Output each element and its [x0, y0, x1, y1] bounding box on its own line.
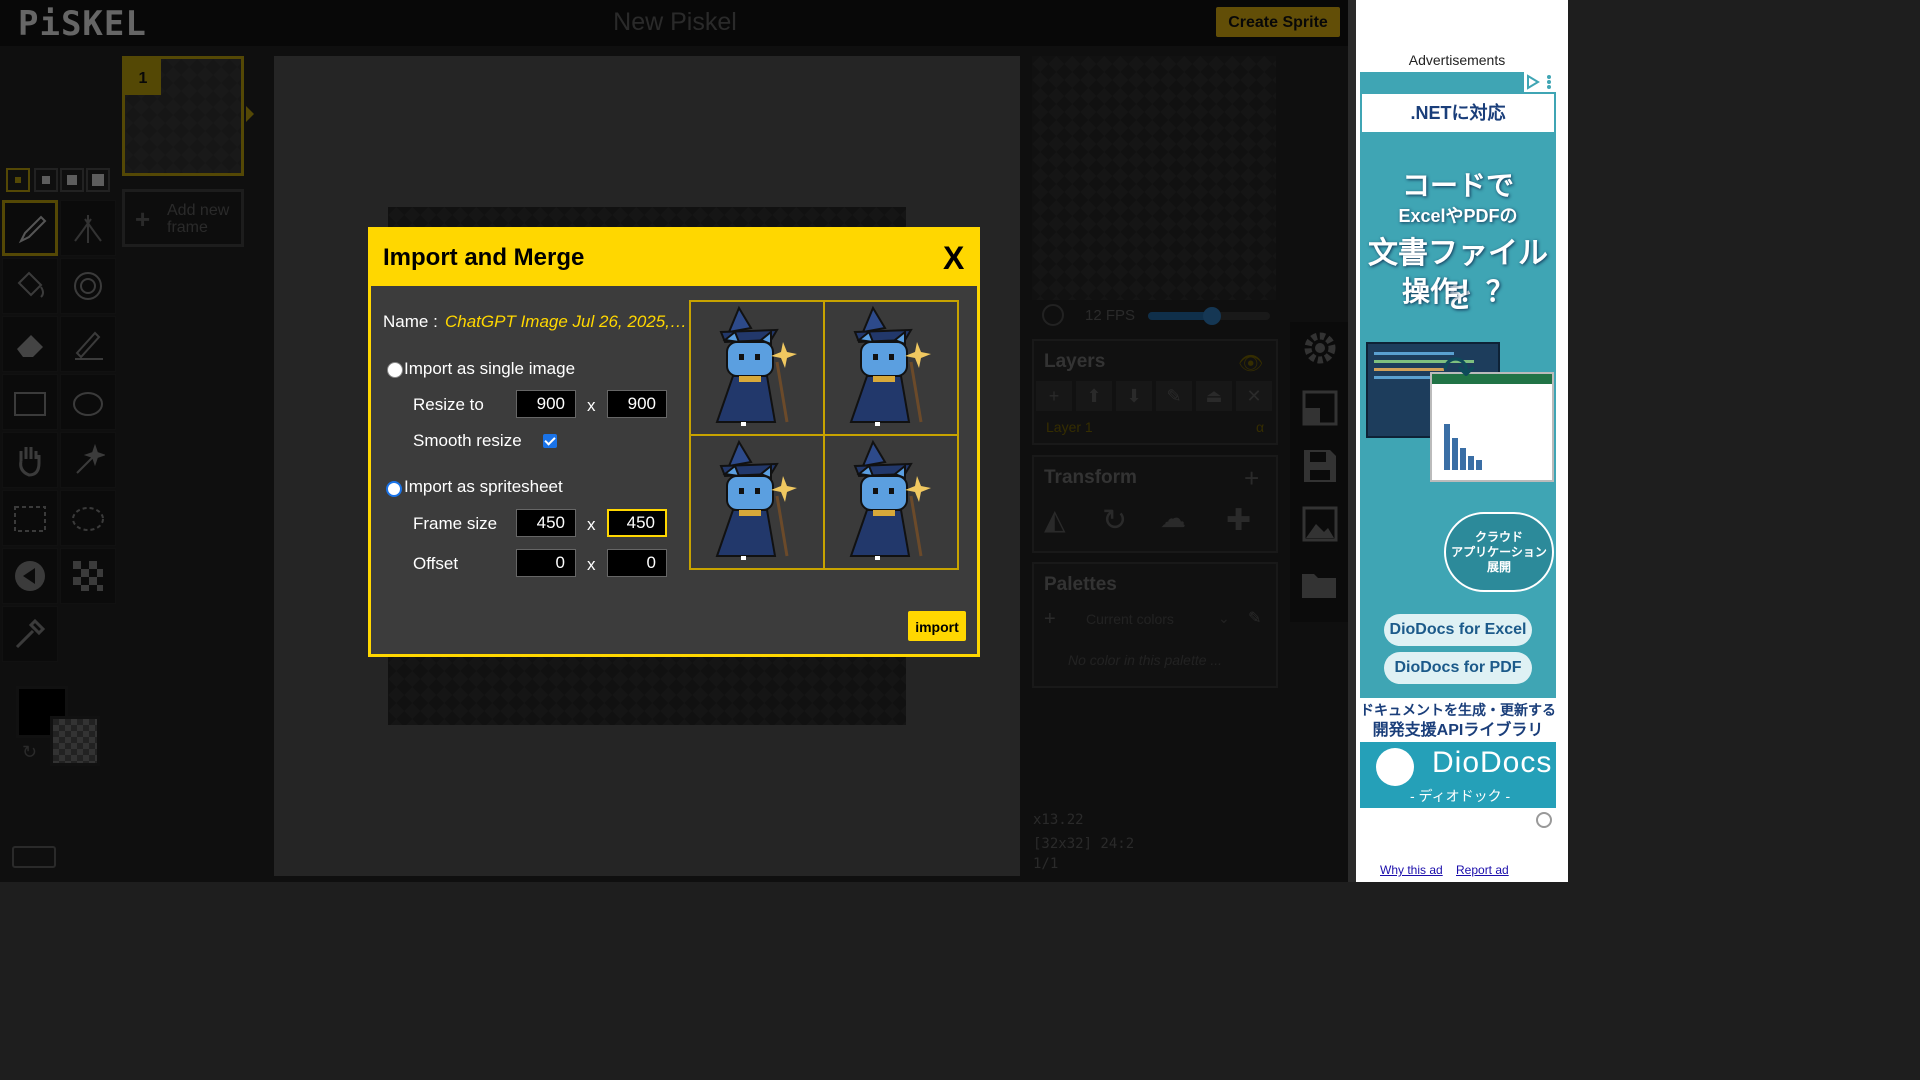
frame-height-input[interactable]	[607, 509, 667, 537]
ad-brand-name: DioDocs	[1432, 746, 1553, 779]
frame-size-label: Frame size	[413, 514, 498, 533]
wizard-cat-sprite	[715, 306, 799, 428]
ad-cloud-badge: クラウド アプリケーション 展開	[1444, 512, 1554, 592]
wizard-cat-sprite	[849, 306, 933, 428]
wizard-cat-sprite	[715, 440, 799, 562]
resize-label: Resize to	[413, 395, 484, 414]
resize-height-input[interactable]	[607, 390, 667, 418]
spritesheet-preview	[689, 300, 959, 570]
piskel-app: PiSKEL New Piskel Create Sprite 1 + Add …	[0, 0, 1348, 882]
offset-times: x	[587, 555, 596, 574]
offset-x-input[interactable]	[516, 549, 576, 577]
offset-label: Offset	[413, 554, 459, 573]
why-this-ad-link[interactable]: Why this ad	[1380, 863, 1443, 877]
report-ad-link[interactable]: Report ad	[1456, 863, 1509, 877]
spritesheet-radio[interactable]	[386, 481, 402, 497]
offset-y-input[interactable]	[607, 549, 667, 577]
sprite-frame	[690, 301, 824, 435]
resize-width-input[interactable]	[516, 390, 576, 418]
ad-brand-bar: DioDocs - ディオドック -	[1360, 742, 1556, 808]
ad-brand-sub: - ディオドック -	[1410, 788, 1511, 804]
ad-info-icon[interactable]	[1524, 72, 1556, 92]
ad-line-2: ExcelやPDFの	[1398, 206, 1518, 226]
sprite-frame	[690, 435, 824, 569]
smooth-resize-label: Smooth resize	[413, 431, 522, 450]
frame-width-input[interactable]	[516, 509, 576, 537]
ad-top-text: .NETに対応	[1362, 94, 1554, 132]
ad-line-4: 操作！？	[1401, 276, 1514, 307]
ad-line-1: コードで	[1401, 170, 1514, 201]
import-button[interactable]: import	[908, 611, 966, 641]
wizard-cat-sprite	[849, 440, 933, 562]
smooth-resize-checkbox[interactable]	[543, 434, 557, 448]
resize-times: x	[587, 396, 596, 415]
dialog-title: Import and Merge	[383, 244, 585, 271]
sprite-frame	[824, 435, 958, 569]
ad-block-icon[interactable]	[1536, 812, 1552, 828]
frame-size-times: x	[587, 515, 596, 534]
dialog-header: Import and Merge X	[371, 230, 977, 286]
import-merge-dialog: Import and Merge X Name : ChatGPT Image …	[368, 227, 980, 657]
ad-description: ドキュメントを生成・更新する 開発支援APIライブラリ	[1360, 698, 1556, 744]
file-name: ChatGPT Image Jul 26, 2025, 12_34_56 PM.…	[445, 312, 689, 331]
ad-excel-pill[interactable]: DioDocs for Excel	[1384, 614, 1532, 646]
close-dialog-button[interactable]: X	[943, 240, 964, 277]
ad-heading: Advertisements	[1408, 52, 1506, 68]
diodocs-logo-icon	[1376, 748, 1414, 786]
ad-banner[interactable]: .NETに対応 コードで ExcelやPDFの 文書ファイルを 操作！？ ↷ ク…	[1360, 72, 1556, 808]
single-image-label[interactable]: Import as single image	[404, 359, 575, 379]
ad-divider	[1348, 0, 1356, 882]
ad-pdf-pill[interactable]: DioDocs for PDF	[1384, 652, 1532, 684]
name-label: Name :	[383, 312, 438, 331]
ad-arrow-icon: ↷	[1442, 349, 1476, 393]
sprite-frame	[824, 301, 958, 435]
spritesheet-label[interactable]: Import as spritesheet	[404, 477, 563, 497]
single-image-radio[interactable]	[387, 362, 403, 378]
